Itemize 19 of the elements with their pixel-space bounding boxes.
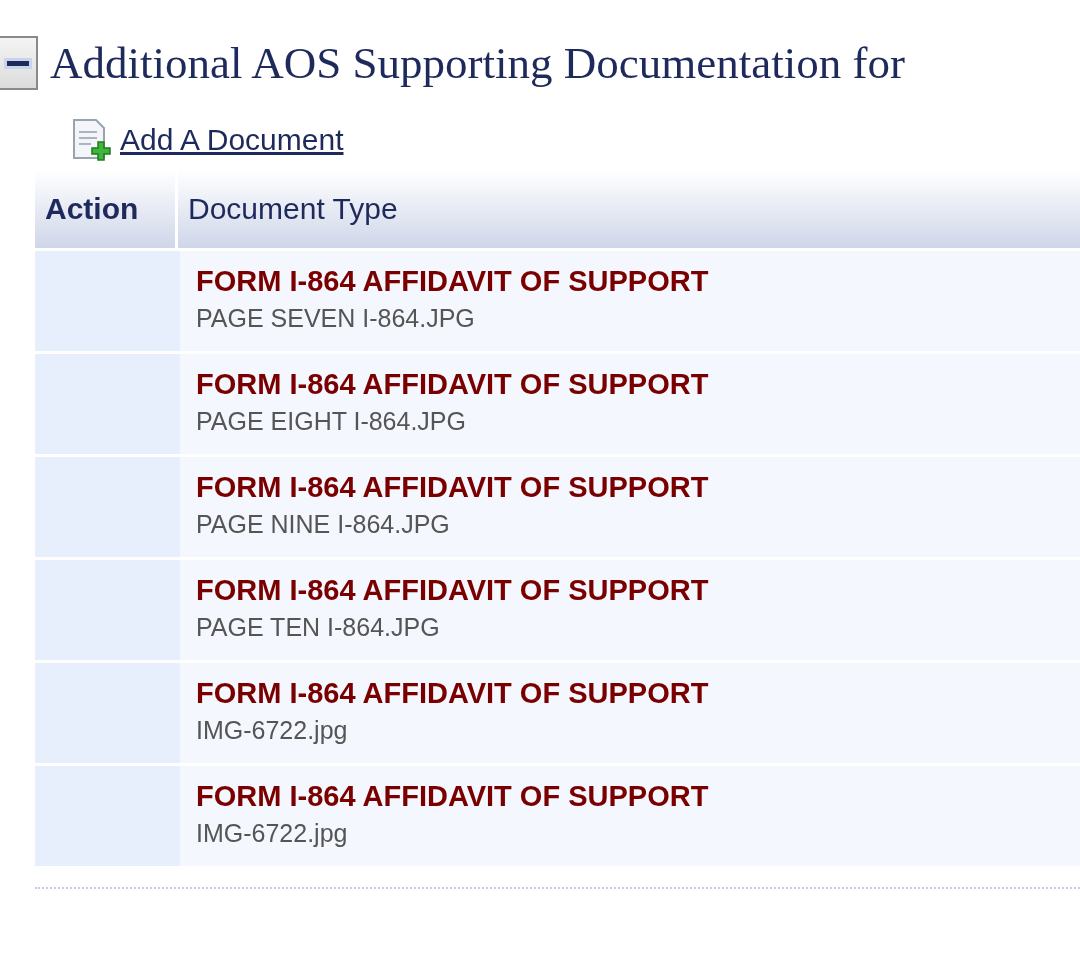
document-type: FORM I-864 AFFIDAVIT OF SUPPORT <box>196 368 710 401</box>
add-document-icon <box>72 118 112 162</box>
document-type: FORM I-864 AFFIDAVIT OF SUPPORT <box>196 677 710 710</box>
add-document-link[interactable]: Add A Document <box>120 123 344 157</box>
file-name: PAGE SEVEN I-864.JPG <box>196 304 476 333</box>
document-type: FORM I-864 AFFIDAVIT OF SUPPORT <box>196 265 710 298</box>
minus-icon <box>7 60 29 66</box>
file-name: IMG-6722.jpg <box>196 716 349 745</box>
file-name: PAGE TEN I-864.JPG <box>196 613 441 642</box>
document-type: FORM I-864 AFFIDAVIT OF SUPPORT <box>196 780 710 813</box>
document-type: FORM I-864 AFFIDAVIT OF SUPPORT <box>196 574 710 607</box>
column-header: Action <box>35 170 178 248</box>
file-name: PAGE NINE I-864.JPG <box>196 510 451 539</box>
file-name: IMG-6722.jpg <box>196 819 349 848</box>
document-type: FORM I-864 AFFIDAVIT OF SUPPORT <box>196 471 710 504</box>
section-title: Additional AOS Supporting Documentation for <box>50 37 905 89</box>
column-header: Document Type <box>187 191 399 227</box>
file-name: PAGE EIGHT I-864.JPG <box>196 407 467 436</box>
collapse-button[interactable] <box>0 36 38 90</box>
